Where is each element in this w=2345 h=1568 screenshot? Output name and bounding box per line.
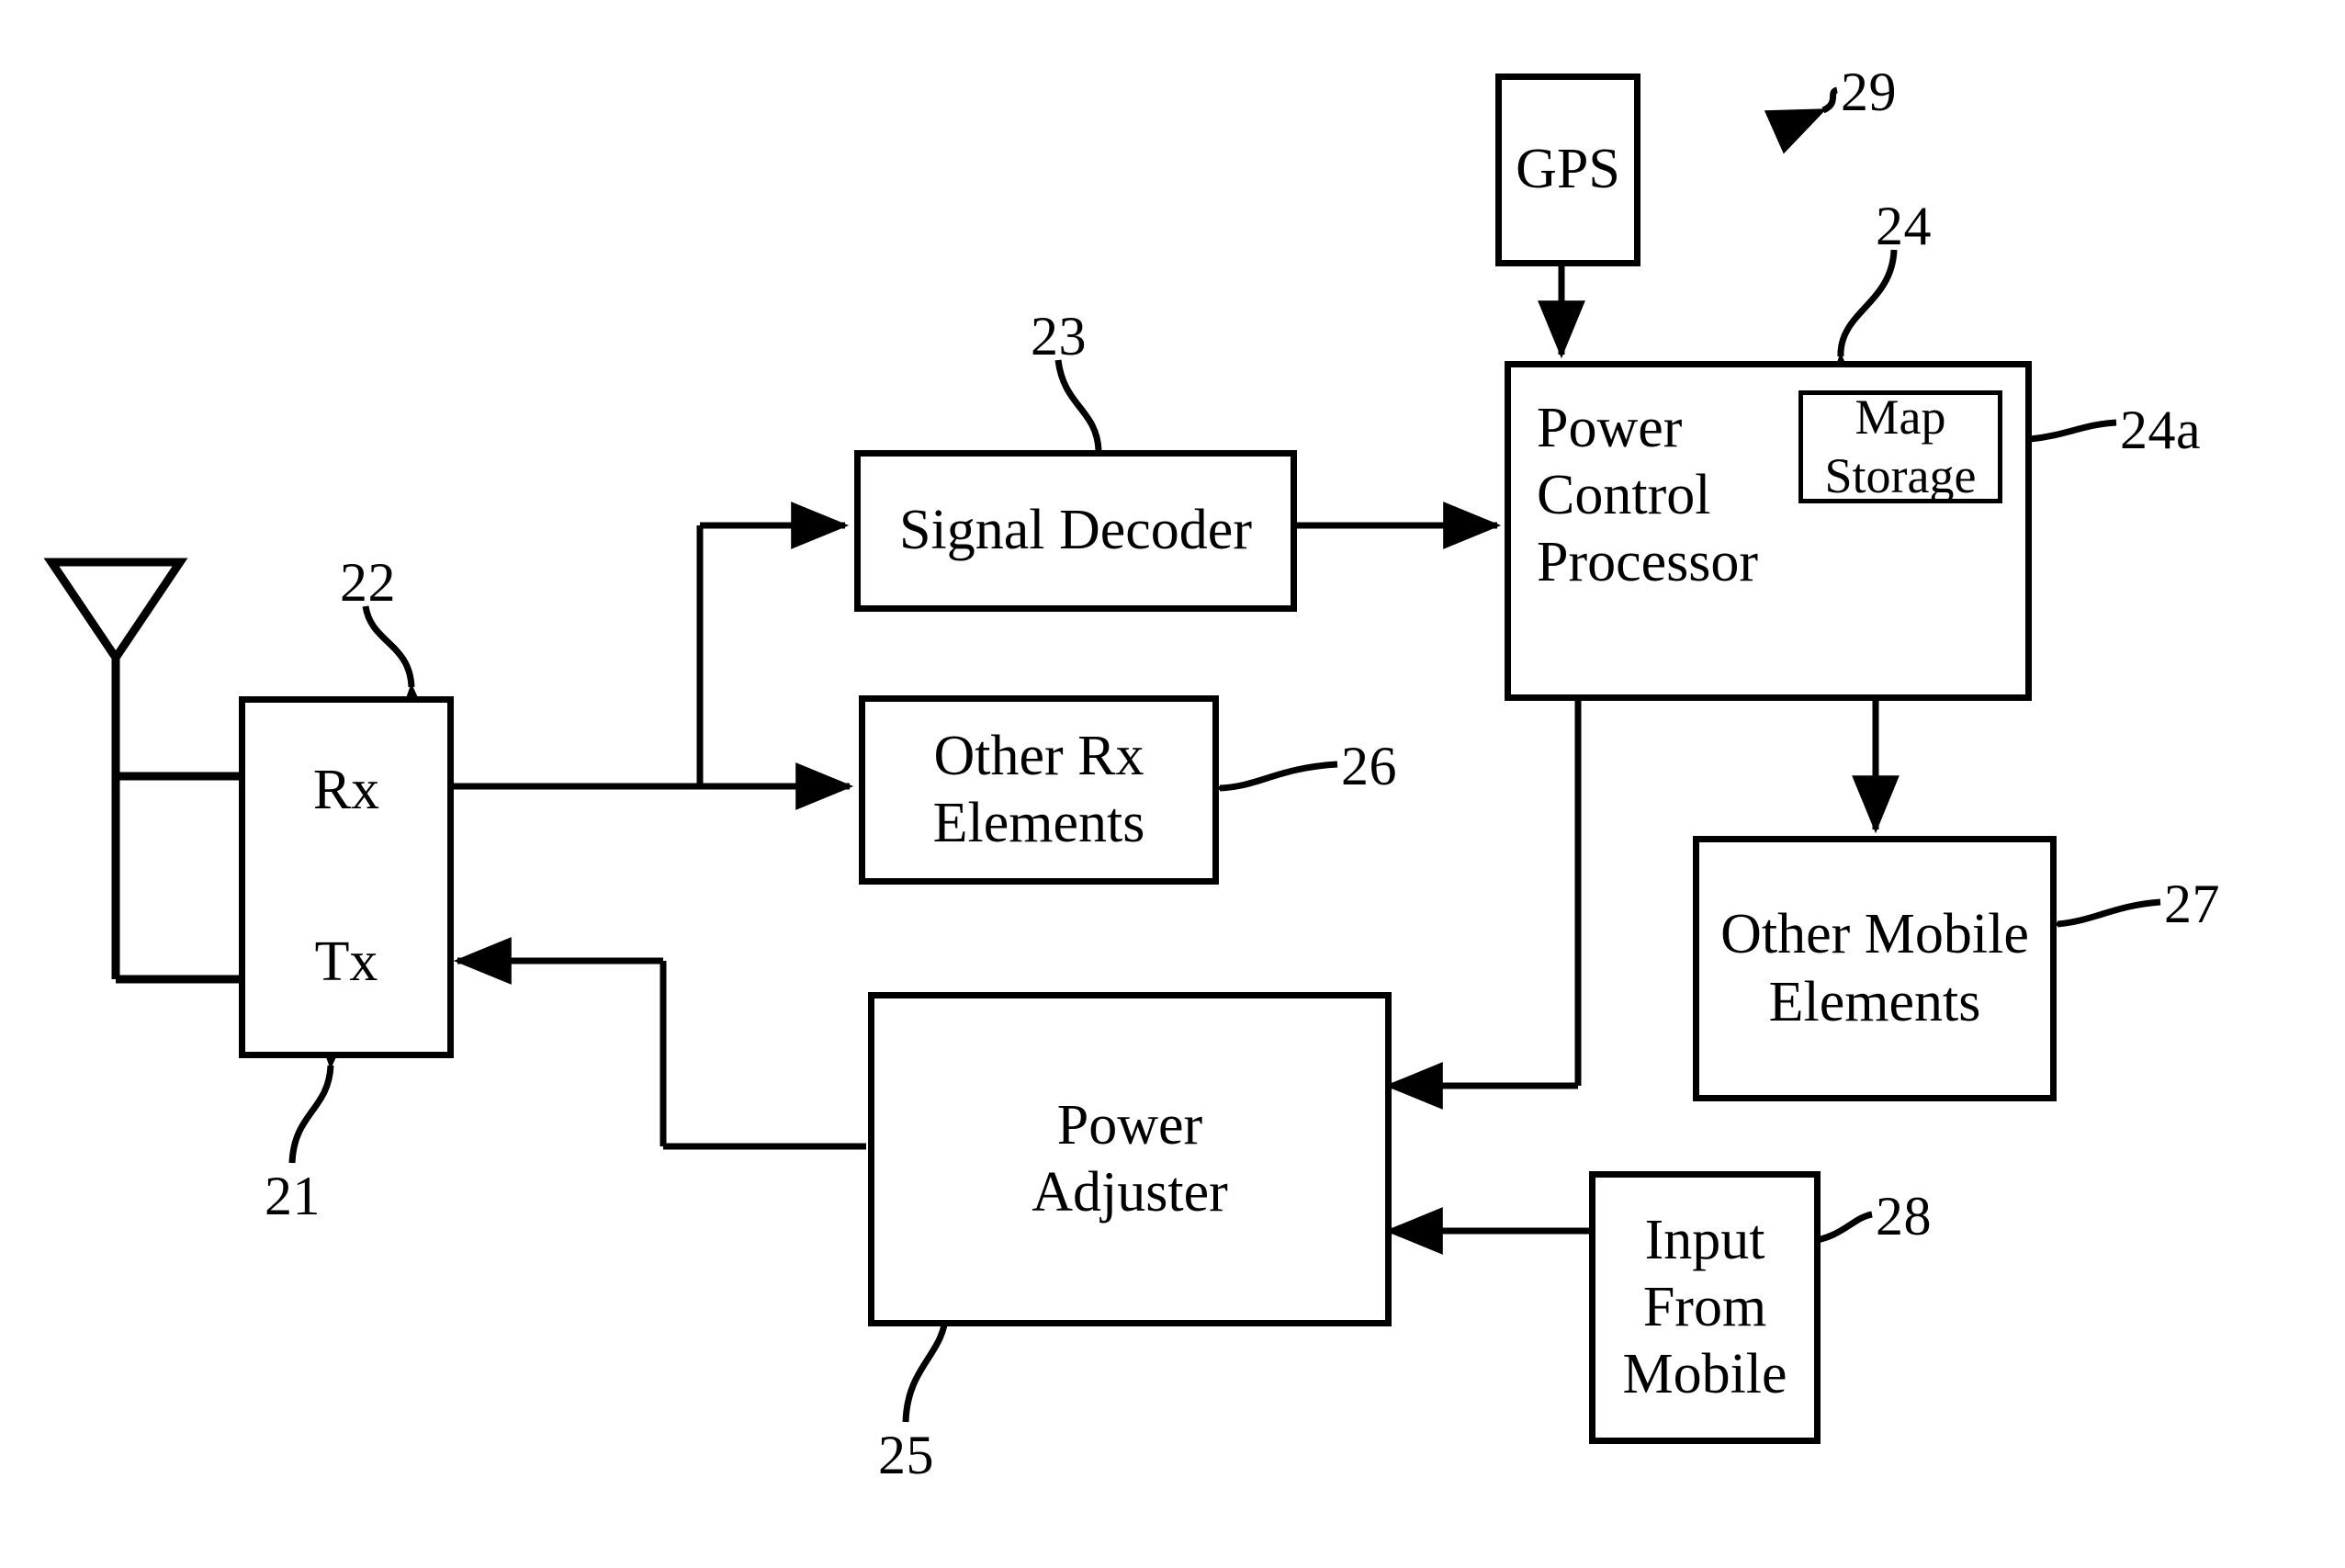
ref-numeral-24a: 24a (2120, 400, 2202, 460)
signal-decoder-block[interactable]: Signal Decoder (854, 450, 1297, 612)
rx-block[interactable]: Rx (239, 696, 454, 886)
ref-numeral-27: 27 (2164, 874, 2220, 934)
leader-21 (288, 1010, 357, 1164)
other-rx-elements-block[interactable]: Other Rx Elements (859, 695, 1219, 885)
input-from-mobile-block[interactable]: Input From Mobile (1589, 1171, 1821, 1444)
leader-22 (362, 605, 438, 742)
signal-decoder-label: Signal Decoder (899, 499, 1252, 562)
ref-numeral-26: 26 (1341, 736, 1397, 796)
other-rx-elements-label: Other Rx Elements (932, 724, 1145, 854)
leader-27 (2001, 898, 2161, 953)
map-storage-label: Map Storage (1824, 389, 1977, 503)
power-adjuster-label: Power Adjuster (1032, 1093, 1228, 1224)
rx-block-label: Rx (312, 759, 380, 822)
ref-numeral-21: 21 (265, 1166, 321, 1226)
figure-canvas: Rx Tx Signal Decoder Other Rx Elements P… (0, 0, 2345, 1568)
leader-23 (1054, 359, 1125, 505)
tx-block-label: Tx (314, 930, 378, 993)
gps-label: GPS (1516, 138, 1620, 201)
leader-29 (1764, 86, 1839, 154)
ref-numeral-29: 29 (1841, 62, 1897, 122)
ref-numeral-24: 24 (1876, 196, 1932, 256)
ref-numeral-23: 23 (1031, 306, 1087, 367)
power-adjuster-block[interactable]: Power Adjuster (868, 992, 1392, 1326)
gps-block[interactable]: GPS (1495, 73, 1640, 266)
ref-numeral-25: 25 (878, 1425, 934, 1485)
leader-24 (1819, 249, 1898, 412)
power-control-processor-label: Power Control Processor (1537, 397, 1759, 594)
ref-numeral-22: 22 (340, 552, 396, 613)
leader-24a (1973, 419, 2117, 468)
other-mobile-elements-block[interactable]: Other Mobile Elements (1693, 836, 2057, 1101)
input-from-mobile-label: Input From Mobile (1622, 1208, 1787, 1406)
tx-block[interactable]: Tx (239, 873, 454, 1058)
other-mobile-elements-label: Other Mobile Elements (1720, 903, 2029, 1033)
map-storage-block[interactable]: Map Storage (1798, 389, 2002, 503)
ref-numeral-28: 28 (1876, 1186, 1932, 1247)
leader-25 (902, 1257, 973, 1423)
leader-26 (1165, 761, 1338, 815)
antenna-icon (43, 558, 188, 666)
